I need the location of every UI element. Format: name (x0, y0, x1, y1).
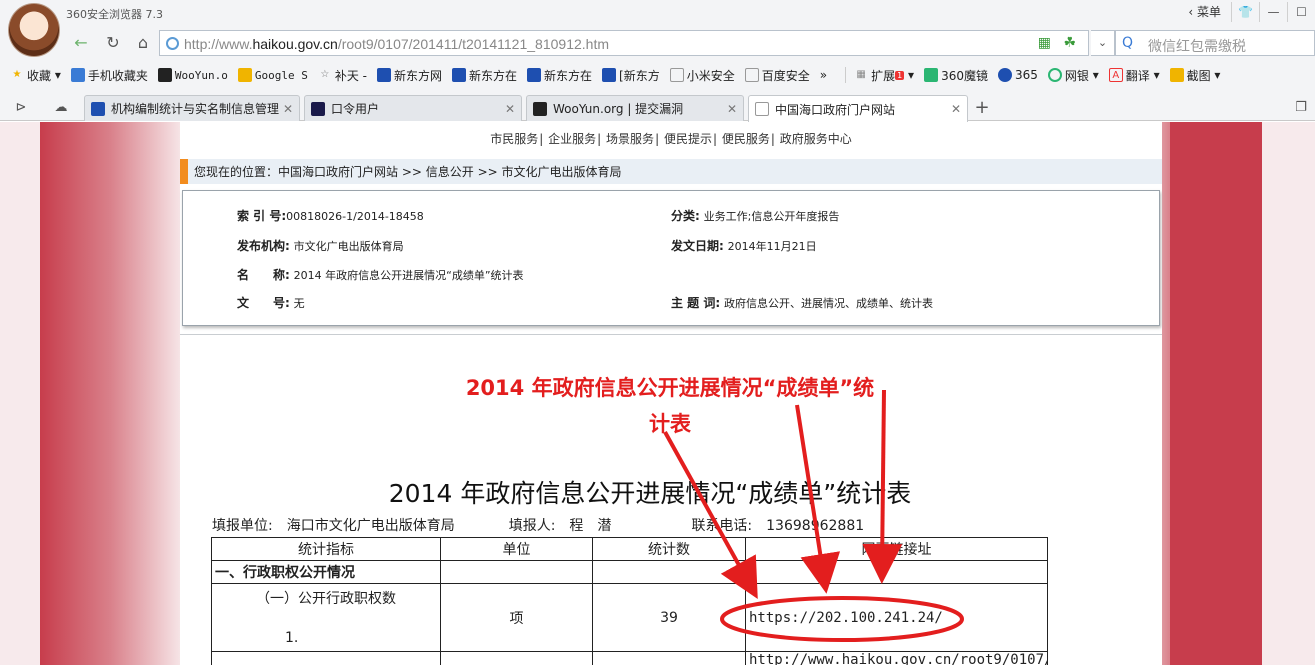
page-content: 市民服务| 企业服务| 场景服务| 便民提示| 便民服务| 政府服务中心 您现在… (180, 122, 1162, 665)
page-background: 市民服务| 企业服务| 场景服务| 便民提示| 便民服务| 政府服务中心 您现在… (0, 122, 1315, 665)
page-icon (744, 68, 759, 82)
wooyun-icon (157, 68, 172, 82)
extension-translate[interactable]: A 翻译 ▾ (1108, 67, 1160, 84)
close-icon[interactable]: ✕ (951, 102, 961, 116)
bookmark-item[interactable]: 手机收藏夹 (70, 67, 148, 84)
star-icon: ★ (12, 69, 22, 80)
breadcrumb-link[interactable]: 市文化广电出版体育局 (502, 163, 622, 180)
nav-link[interactable]: 场景服务 (606, 132, 654, 146)
address-row: ← ↻ ⌂ http://www.haikou.gov.cn/root9/010… (64, 29, 1315, 57)
site-icon (311, 101, 325, 116)
bookmark-item[interactable]: WooYun.o (157, 68, 228, 82)
paw-icon (452, 68, 467, 82)
annotation-red-title: 2014 年政府信息公开进展情况“成绩单”统 计表 (465, 376, 875, 436)
bookmark-item[interactable]: 小米安全 (669, 67, 735, 84)
bookmark-item[interactable]: [新东方 (602, 67, 660, 84)
close-icon[interactable]: ✕ (505, 102, 515, 116)
breadcrumb-link[interactable]: 中国海口政府门户网站 (278, 163, 398, 180)
table-row: （一）公开行政职权数 1. 项 39 https://202.100.241.2… (211, 583, 1048, 652)
app-title: 360安全浏览器 7.3 (66, 8, 163, 21)
new-tab-button[interactable]: + (970, 97, 994, 119)
scissors-icon (1169, 68, 1184, 82)
mirror-icon (924, 68, 939, 82)
page-icon (755, 102, 769, 116)
tab-item[interactable]: 机构编制统计与实名制信息管理 ✕ (84, 95, 300, 121)
paw-icon (91, 101, 105, 116)
row-link[interactable]: https://202.100.241.24/ (745, 583, 1048, 652)
bookmark-item[interactable]: ☆ 补天 - (318, 67, 367, 84)
back-arrow-icon[interactable]: ← (67, 31, 95, 55)
phone-icon (70, 68, 85, 82)
close-icon[interactable]: ✕ (727, 102, 737, 116)
tab-item[interactable]: WooYun.org | 提交漏洞 ✕ (526, 95, 744, 121)
extension-screenshot[interactable]: 截图 ▾ (1169, 67, 1220, 84)
page-icon (669, 68, 684, 82)
extension-bank[interactable]: 网银 ▾ (1047, 67, 1099, 84)
bookmark-item[interactable]: 新东方网 (377, 67, 442, 84)
nav-link[interactable]: 便民提示 (664, 132, 712, 146)
bookmark-item[interactable]: 新东方在 (527, 67, 592, 84)
extension-365[interactable]: 365 (997, 68, 1038, 82)
close-icon[interactable]: ✕ (283, 102, 293, 116)
url-dropdown-icon[interactable]: ⌄ (1091, 30, 1115, 56)
nav-link[interactable]: 便民服务 (722, 132, 770, 146)
url-tool-icons[interactable]: ▦ ☘ (1038, 35, 1080, 51)
more-bookmarks-icon[interactable]: » (820, 68, 827, 82)
tab-list-icon[interactable]: ❐ (1290, 97, 1312, 119)
tab-item[interactable]: 口令用户 ✕ (304, 95, 522, 121)
nav-link[interactable]: 市民服务 (490, 132, 538, 146)
document-meta-box: 索 引 号:00818026-1/2014-18458 分类: 业务工作;信息公… (182, 190, 1160, 326)
breadcrumb-link[interactable]: 信息公开 (426, 163, 474, 180)
maximize-button[interactable]: ☐ (1287, 2, 1315, 22)
tab-bar: ⊳ ☁ 机构编制统计与实名制信息管理 ✕ 口令用户 ✕ WooYun.org | 提… (0, 93, 1315, 122)
search-box[interactable]: Q 微信红包需缴税 (1115, 30, 1315, 56)
site-top-nav: 市民服务| 企业服务| 场景服务| 便民提示| 便民服务| 政府服务中心 (490, 132, 852, 146)
star-outline-icon: ☆ (320, 69, 330, 80)
url-text[interactable]: http://www.haikou.gov.cn/root9/0107/2014… (184, 36, 609, 52)
user-avatar[interactable] (8, 3, 60, 57)
yen-icon (1047, 68, 1062, 82)
paw-icon (377, 68, 391, 82)
browser-chrome: 360安全浏览器 7.3 ‹ 菜单 👕 — ☐ ← ↻ ⌂ http://www… (0, 0, 1315, 122)
translate-icon: A (1108, 68, 1123, 82)
title-bar: 360安全浏览器 7.3 ‹ 菜单 👕 — ☐ (0, 0, 1315, 57)
sidebar-toggle-icon[interactable]: ⊳ (10, 97, 32, 119)
bookmarks-bar: ★ 收藏 ▾ 手机收藏夹 WooYun.o Google S ☆ 补天 - 新东方网… (0, 62, 1315, 88)
google-icon (237, 68, 252, 82)
nav-link[interactable]: 政府服务中心 (780, 132, 852, 146)
extension-360mojing[interactable]: 360魔镜 (924, 67, 988, 84)
table-row: http://www.haikou.gov.cn/root9/0107/2 (211, 651, 1048, 665)
table-row: 一、行政职权公开情况 (211, 560, 1048, 584)
extensions-button[interactable]: ▦ 扩展 1 ▾ (854, 67, 914, 84)
document-fill-info: 填报单位: 海口市文化广电出版体育局 填报人: 程 潜联系电话: 13698962… (212, 518, 865, 534)
cloud-icon[interactable]: ☁ (50, 97, 72, 119)
refresh-icon[interactable]: ↻ (99, 31, 127, 55)
home-icon[interactable]: ⌂ (129, 31, 157, 55)
skin-icon[interactable]: 👕 (1231, 2, 1259, 22)
bookmark-item[interactable]: 百度安全 (744, 67, 810, 84)
paw-icon (602, 68, 617, 82)
bookmark-favorites[interactable]: ★ 收藏 ▾ (10, 67, 61, 84)
wooyun-icon (533, 101, 547, 116)
globe-icon (166, 37, 179, 50)
bookmark-item[interactable]: Google S (237, 68, 308, 82)
table-header-row: 统计指标 单位 统计数 网页链接址 (211, 537, 1048, 561)
breadcrumb: 您现在的位置： 中国海口政府门户网站 >> 信息公开 >> 市文化广电出版体育局 (180, 159, 1162, 184)
grid-icon: ▦ (856, 69, 866, 80)
row-link[interactable]: http://www.haikou.gov.cn/root9/0107/2 (745, 651, 1048, 665)
document-title: 2014 年政府信息公开进展情况“成绩单”统计表 (388, 479, 912, 508)
bookmark-item[interactable]: 新东方在 (452, 67, 517, 84)
divider (180, 334, 1162, 335)
statistics-table: 统计指标 单位 统计数 网页链接址 一、行政职权公开情况 （一）公开行政职权数 … (211, 537, 1048, 665)
paw-icon (527, 68, 542, 82)
shield-icon (997, 68, 1012, 82)
nav-link[interactable]: 企业服务 (548, 132, 596, 146)
minimize-button[interactable]: — (1259, 2, 1287, 22)
search-placeholder[interactable]: 微信红包需缴税 (1148, 36, 1246, 56)
toolbar-divider (845, 67, 847, 83)
tab-item-active[interactable]: 中国海口政府门户网站 ✕ (748, 95, 968, 122)
menu-button[interactable]: ‹ 菜单 (1178, 0, 1231, 24)
search-icon: Q (1122, 35, 1134, 51)
address-bar[interactable]: http://www.haikou.gov.cn/root9/0107/2014… (159, 30, 1089, 56)
